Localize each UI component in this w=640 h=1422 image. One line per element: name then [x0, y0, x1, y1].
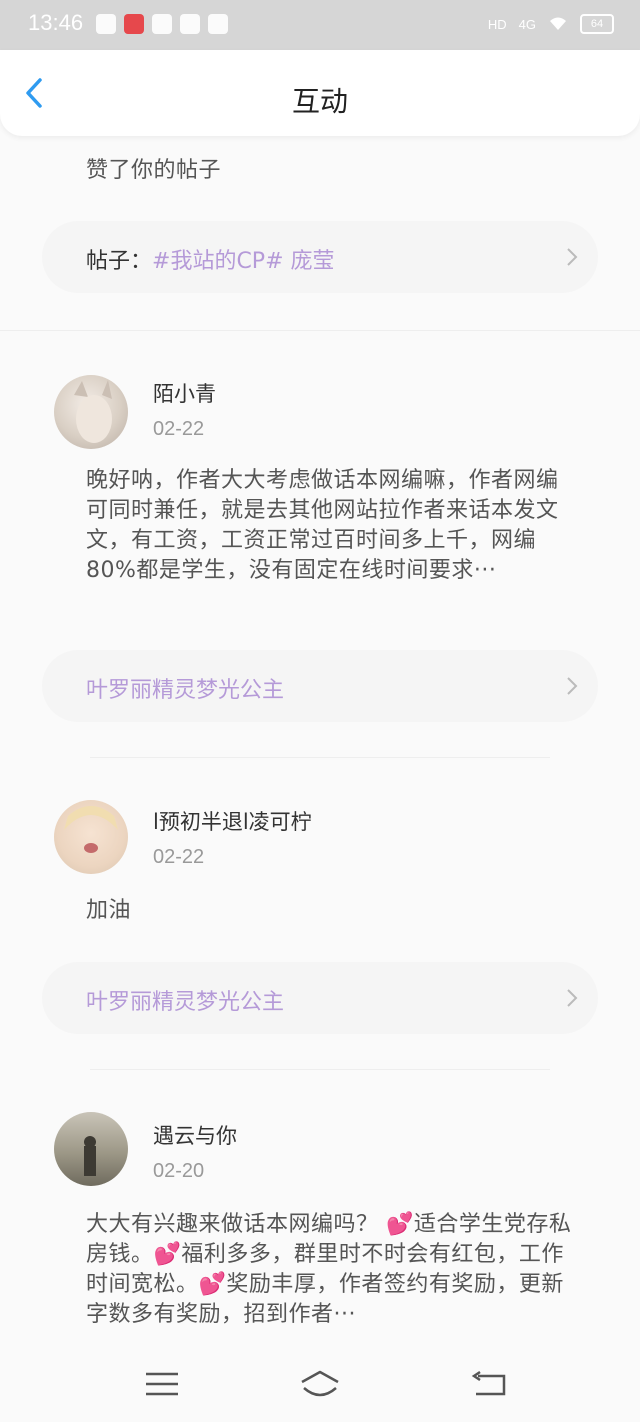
post-link-card[interactable]: 叶罗丽精灵梦光公主: [42, 650, 598, 722]
post-prefix: 帖子：: [86, 249, 153, 274]
avatar[interactable]: [54, 375, 128, 449]
timestamp: 02-22: [153, 846, 205, 868]
post-link-label: 叶罗丽精灵梦光公主: [86, 990, 285, 1015]
user-name[interactable]: 遇云与你: [153, 1120, 237, 1150]
page-title: 互动: [291, 85, 348, 118]
back-icon[interactable]: [470, 1368, 510, 1400]
timestamp: 02-22: [153, 418, 205, 440]
app-notification-icon: [152, 14, 172, 34]
menu-icon[interactable]: [142, 1368, 182, 1400]
comment-text: 晚好呐，作者大大考虑做话本网编嘛，作者网编可同时兼任，就是去其他网站拉作者来话本…: [86, 468, 559, 583]
avatar[interactable]: [54, 800, 128, 874]
notification-icons: [96, 14, 228, 34]
hd-icon: HD: [487, 16, 507, 32]
app-notification-icon: [180, 14, 200, 34]
post-link-label: 帖子：#我站的CP# 庞莹: [86, 243, 335, 275]
chevron-right-icon: [567, 677, 578, 695]
system-nav-bar: [0, 1346, 640, 1422]
system-icons: HD 4G 64: [488, 14, 614, 34]
avatar[interactable]: [54, 1112, 128, 1186]
header: 互动: [0, 50, 640, 136]
user-name[interactable]: 陌小青: [153, 378, 216, 408]
app-notification-icon: [208, 14, 228, 34]
timestamp: 02-20: [153, 1160, 205, 1182]
divider: [0, 330, 640, 331]
chevron-right-icon: [567, 989, 578, 1007]
divider: [90, 1069, 550, 1070]
app-notification-icon: [96, 14, 116, 34]
action-text: 赞了你的帖子: [86, 158, 222, 183]
network-icon: 4G: [518, 16, 536, 32]
post-link-card[interactable]: 帖子：#我站的CP# 庞莹: [42, 221, 598, 293]
battery-icon: 64: [580, 14, 614, 34]
post-link-card[interactable]: 叶罗丽精灵梦光公主: [42, 962, 598, 1034]
chevron-right-icon: [567, 248, 578, 266]
comment-text: 大大有兴趣来做话本网编吗？ 💕适合学生党存私房钱。💕福利多多，群里时不时会有红包…: [86, 1212, 572, 1327]
comment-text: 加油: [86, 898, 132, 923]
home-icon[interactable]: [298, 1368, 342, 1400]
app-notification-icon: [124, 14, 144, 34]
divider: [90, 757, 550, 758]
wifi-icon: [550, 17, 566, 30]
status-time: 13:46: [28, 10, 84, 35]
status-bar: 13:46 HD 4G 64: [0, 0, 640, 50]
battery-level: 64: [590, 18, 604, 30]
post-link-label: 叶罗丽精灵梦光公主: [86, 678, 285, 703]
post-topic: #我站的CP# 庞莹: [152, 249, 335, 274]
user-name[interactable]: l预初半退l凌可柠: [153, 806, 312, 836]
